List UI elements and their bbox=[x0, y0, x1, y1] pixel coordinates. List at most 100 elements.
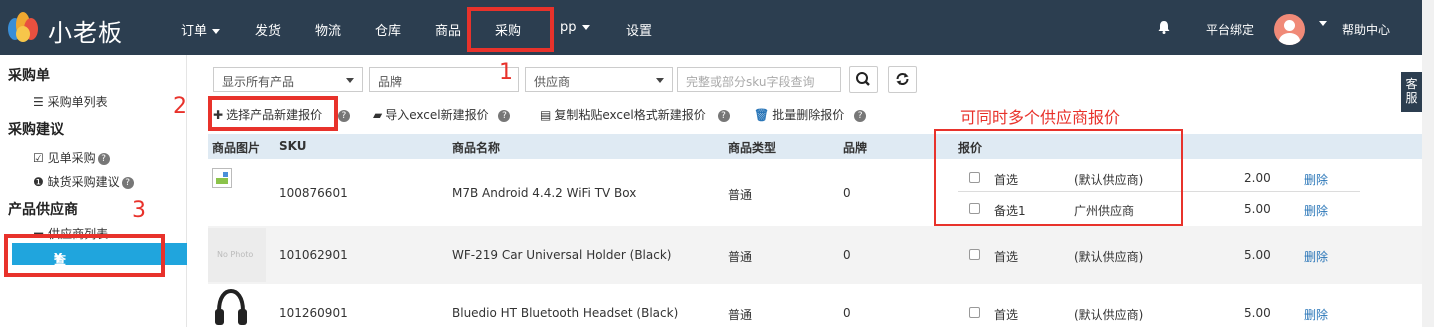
brand-name[interactable]: 小老板 bbox=[48, 13, 123, 48]
product-name-cell: WF-219 Car Universal Holder (Black) bbox=[452, 248, 672, 262]
import-excel-label: 导入excel新建报价 bbox=[385, 108, 489, 122]
sidebar-item-label: 见单采购 bbox=[47, 151, 96, 165]
annotation-box-view-quotes bbox=[4, 234, 165, 277]
col-image: 商品图片 bbox=[212, 141, 261, 155]
chevron-down-icon bbox=[346, 78, 354, 83]
paste-excel-button[interactable]: ▤ 复制粘贴excel格式新建报价 ? bbox=[540, 106, 730, 123]
brand-cell: 0 bbox=[843, 186, 851, 200]
broken-image-icon bbox=[212, 168, 232, 188]
table-header bbox=[208, 134, 1422, 159]
col-name: 商品名称 bbox=[452, 141, 501, 155]
headphones-image bbox=[215, 288, 247, 325]
product-filter-value: 显示所有产品 bbox=[222, 75, 295, 89]
quote-checkbox[interactable] bbox=[969, 307, 980, 318]
sku-search-input[interactable]: 完整或部分sku字段查询 bbox=[677, 67, 841, 92]
table-row[interactable] bbox=[208, 284, 1422, 327]
brand-filter-input[interactable]: 品牌 bbox=[369, 67, 519, 92]
search-icon bbox=[856, 72, 870, 86]
help-icon[interactable]: ? bbox=[854, 110, 867, 122]
batch-delete-label: 批量删除报价 bbox=[772, 108, 845, 122]
help-center-link[interactable]: 帮助中心 bbox=[1342, 21, 1390, 38]
help-icon[interactable]: ? bbox=[498, 110, 511, 122]
sidebar-section-suppliers: 产品供应商 bbox=[8, 202, 78, 218]
help-icon[interactable]: ? bbox=[121, 177, 134, 189]
delete-quote-link[interactable]: 删除 bbox=[1304, 248, 1328, 265]
table-row[interactable] bbox=[208, 159, 1422, 226]
col-type: 商品类型 bbox=[728, 141, 777, 155]
delete-quote-link[interactable]: 删除 bbox=[1304, 171, 1328, 188]
delete-quote-link[interactable]: 删除 bbox=[1304, 202, 1328, 219]
product-image: No Photo bbox=[208, 228, 266, 282]
chevron-down-icon bbox=[656, 78, 664, 83]
annotation-box-quotes bbox=[934, 129, 1183, 226]
help-icon[interactable]: ? bbox=[97, 153, 110, 165]
annotation-box-purchase bbox=[467, 7, 554, 52]
sidebar-item-po-list[interactable]: ☰ 采购单列表 bbox=[33, 93, 108, 110]
sidebar-item-label: 采购单列表 bbox=[47, 95, 108, 109]
nav-orders[interactable]: 订单 bbox=[181, 20, 221, 39]
list-alt-icon: ▤ bbox=[540, 108, 552, 122]
type-cell: 普通 bbox=[728, 250, 753, 264]
sidebar-section-suggestions: 采购建议 bbox=[8, 122, 64, 138]
platform-bind-link[interactable]: 平台绑定 bbox=[1206, 21, 1254, 38]
user-menu-toggle[interactable] bbox=[1314, 16, 1327, 31]
annotation-box-new-quote bbox=[208, 96, 338, 131]
sidebar-item-stockout-suggestion[interactable]: ❶ 缺货采购建议? bbox=[33, 173, 134, 190]
paste-excel-label: 复制粘贴excel格式新建报价 bbox=[554, 108, 706, 122]
nav-app-label: pp bbox=[560, 20, 577, 35]
bell-icon[interactable] bbox=[1157, 20, 1171, 34]
search-button[interactable] bbox=[849, 66, 878, 93]
sidebar-section-purchase-order: 采购单 bbox=[8, 68, 50, 84]
import-excel-button[interactable]: ▰ 导入excel新建报价 ? bbox=[373, 106, 511, 123]
scrollbar[interactable] bbox=[1422, 0, 1434, 327]
annotation-step-1: 1 bbox=[499, 60, 513, 85]
nav-logistics[interactable]: 物流 bbox=[315, 20, 341, 39]
quote-supplier: (默认供应商) bbox=[1074, 250, 1144, 264]
app-window: { "brand": { "name": "小老板" }, "nav": { "… bbox=[0, 0, 1434, 327]
quote-price: 5.00 bbox=[1244, 306, 1271, 320]
avatar[interactable] bbox=[1274, 14, 1305, 45]
sku-cell: 100876601 bbox=[279, 186, 348, 200]
help-icon[interactable]: ? bbox=[337, 110, 350, 122]
quote-price: 2.00 bbox=[1244, 171, 1271, 185]
nav-app[interactable]: pp bbox=[560, 20, 590, 35]
brand-cell: 0 bbox=[843, 248, 851, 262]
refresh-icon bbox=[896, 73, 909, 85]
delete-quote-link[interactable]: 删除 bbox=[1304, 306, 1328, 323]
quote-tag: 首选 bbox=[994, 308, 1019, 322]
type-cell: 普通 bbox=[728, 308, 753, 322]
sku-cell: 101260901 bbox=[279, 306, 348, 320]
product-filter-select[interactable]: 显示所有产品 bbox=[213, 67, 363, 92]
col-brand: 品牌 bbox=[843, 141, 868, 155]
supplier-filter-select[interactable]: 供应商 bbox=[525, 67, 673, 92]
nav-warehouse[interactable]: 仓库 bbox=[375, 20, 401, 39]
chevron-down-icon bbox=[581, 25, 590, 30]
chevron-down-icon bbox=[212, 29, 221, 34]
brand-cell: 0 bbox=[843, 306, 851, 320]
customer-service-button[interactable]: 客服 bbox=[1401, 72, 1422, 112]
sidebar-item-order-purchase[interactable]: ☑ 见单采购? bbox=[33, 149, 110, 166]
folder-open-icon: ▰ bbox=[373, 108, 383, 122]
sku-cell: 101062901 bbox=[279, 248, 348, 262]
nav-orders-label: 订单 bbox=[181, 24, 208, 39]
table-row[interactable] bbox=[208, 226, 1422, 284]
nav-settings[interactable]: 设置 bbox=[626, 20, 652, 39]
quote-price: 5.00 bbox=[1244, 248, 1271, 262]
help-icon[interactable]: ? bbox=[717, 110, 730, 122]
top-navbar: 小老板 订单 发货 物流 仓库 商品 采购 pp 设置 平台绑定 帮助中心 bbox=[0, 0, 1422, 55]
refresh-button[interactable] bbox=[888, 66, 917, 93]
nav-products[interactable]: 商品 bbox=[435, 20, 461, 39]
quote-price: 5.00 bbox=[1244, 202, 1271, 216]
nav-shipping[interactable]: 发货 bbox=[255, 20, 281, 39]
no-photo-label: No Photo bbox=[217, 250, 254, 259]
quote-checkbox[interactable] bbox=[969, 249, 980, 260]
quote-tag: 首选 bbox=[994, 250, 1019, 264]
edit-icon: ☑ bbox=[33, 151, 48, 165]
logo-icon[interactable] bbox=[6, 10, 40, 44]
supplier-filter-value: 供应商 bbox=[534, 75, 571, 89]
batch-delete-button[interactable]: 🗑 批量删除报价 ? bbox=[754, 106, 867, 123]
quote-supplier: (默认供应商) bbox=[1074, 308, 1144, 322]
col-sku[interactable]: SKU bbox=[279, 139, 306, 153]
chevron-down-icon bbox=[1319, 21, 1327, 26]
info-icon: ❶ bbox=[33, 175, 48, 189]
